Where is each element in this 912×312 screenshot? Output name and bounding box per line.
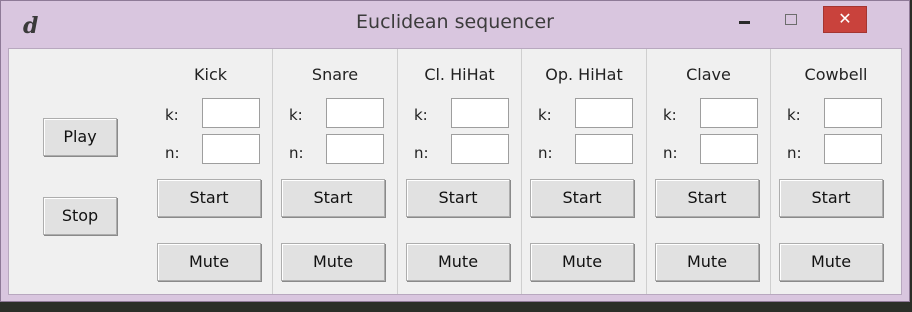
channel-clave: Clave k: n: Start Mute — [647, 49, 771, 294]
n-input[interactable] — [326, 134, 384, 164]
k-label: k: — [414, 106, 428, 124]
channel-name: Cowbell — [804, 65, 868, 84]
k-input[interactable] — [824, 98, 882, 128]
n-input[interactable] — [575, 134, 633, 164]
channel-snare: Snare k: n: Start Mute — [273, 49, 398, 294]
start-button[interactable]: Start — [530, 179, 634, 217]
mute-button[interactable]: Mute — [157, 243, 261, 281]
k-input[interactable] — [326, 98, 384, 128]
start-button[interactable]: Start — [779, 179, 883, 217]
mute-button[interactable]: Mute — [281, 243, 385, 281]
k-label: k: — [538, 106, 552, 124]
k-label: k: — [165, 106, 179, 124]
k-label: k: — [663, 106, 677, 124]
play-button[interactable]: Play — [43, 118, 117, 156]
n-label: n: — [538, 144, 553, 162]
channel-name: Op. HiHat — [545, 65, 623, 84]
n-label: n: — [787, 144, 802, 162]
n-input[interactable] — [700, 134, 758, 164]
mute-button[interactable]: Mute — [530, 243, 634, 281]
app-window: d Euclidean sequencer ✕ Play Stop Kick k… — [0, 0, 910, 302]
n-label: n: — [414, 144, 429, 162]
start-button[interactable]: Start — [655, 179, 759, 217]
channel-name: Clave — [686, 65, 731, 84]
maximize-icon[interactable] — [778, 9, 804, 33]
n-label: n: — [663, 144, 678, 162]
client-area: Play Stop Kick k: n: Start Mute Snare k:… — [8, 48, 902, 295]
transport-panel: Play Stop — [9, 59, 149, 294]
channel-name: Kick — [194, 65, 227, 84]
window-title: Euclidean sequencer — [356, 11, 554, 33]
n-input[interactable] — [824, 134, 882, 164]
k-input[interactable] — [451, 98, 509, 128]
close-icon[interactable]: ✕ — [823, 6, 867, 33]
mute-button[interactable]: Mute — [655, 243, 759, 281]
start-button[interactable]: Start — [281, 179, 385, 217]
channel-name: Snare — [311, 65, 359, 84]
minimize-icon[interactable] — [733, 9, 759, 33]
channel-kick: Kick k: n: Start Mute — [149, 49, 273, 294]
n-input[interactable] — [202, 134, 260, 164]
stop-button[interactable]: Stop — [43, 197, 117, 235]
channel-name: Cl. HiHat — [424, 65, 495, 84]
k-input[interactable] — [202, 98, 260, 128]
mute-button[interactable]: Mute — [779, 243, 883, 281]
channel-open-hihat: Op. HiHat k: n: Start Mute — [522, 49, 647, 294]
n-input[interactable] — [451, 134, 509, 164]
k-label: k: — [787, 106, 801, 124]
start-button[interactable]: Start — [157, 179, 261, 217]
k-input[interactable] — [575, 98, 633, 128]
n-label: n: — [165, 144, 180, 162]
n-label: n: — [289, 144, 304, 162]
k-input[interactable] — [700, 98, 758, 128]
start-button[interactable]: Start — [406, 179, 510, 217]
k-label: k: — [289, 106, 303, 124]
channel-cowbell: Cowbell k: n: Start Mute — [771, 49, 901, 294]
channel-closed-hihat: Cl. HiHat k: n: Start Mute — [398, 49, 522, 294]
title-bar[interactable]: d Euclidean sequencer ✕ — [1, 1, 909, 47]
mute-button[interactable]: Mute — [406, 243, 510, 281]
